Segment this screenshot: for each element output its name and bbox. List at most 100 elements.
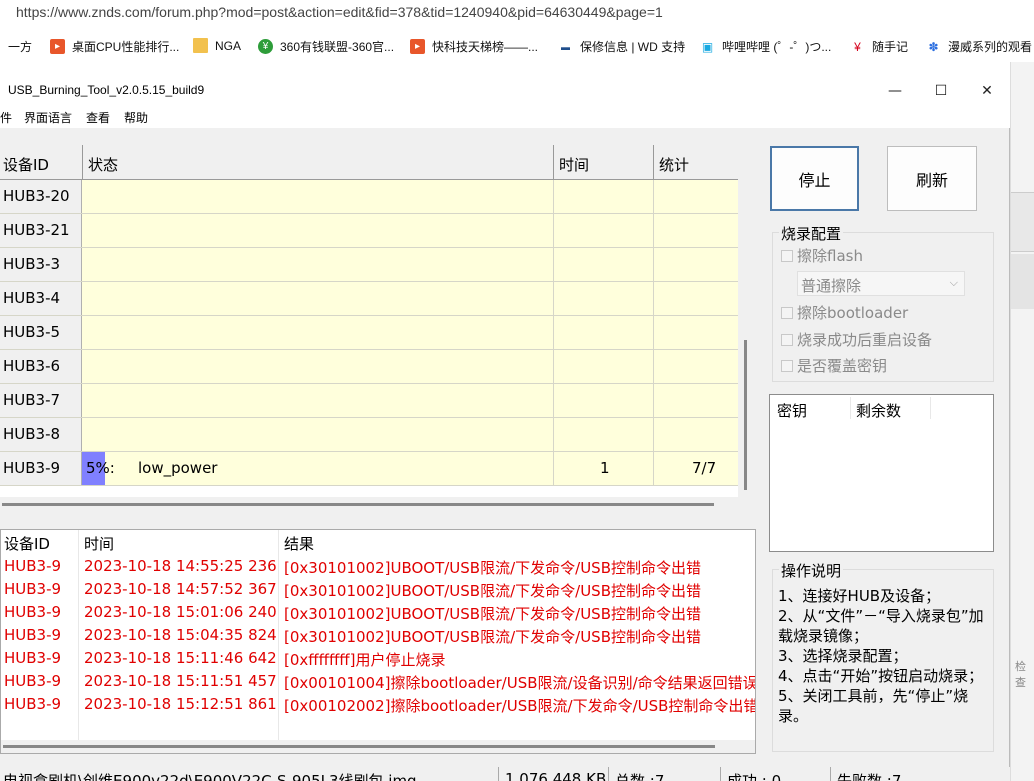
bookmark-item[interactable]: 一方 [8,38,32,55]
column-divider[interactable] [653,145,654,180]
window-title: USB_Burning_Tool_v2.0.5.15_build9 [8,83,205,97]
bookmark-item[interactable]: ¥ 随手记 [850,38,908,55]
device-row[interactable]: HUB3-5 [0,316,738,350]
instruction-line: 5、关闭工具前，先“停止”烧录。 [778,687,969,725]
status-divider [720,767,721,781]
status-cell [82,316,554,349]
app-window: USB_Burning_Tool_v2.0.5.15_build9 — ☐ ✕ … [0,76,1010,781]
device-row[interactable]: HUB3-21 [0,214,738,248]
time-cell [554,180,654,213]
menu-file[interactable]: 件 [0,109,12,126]
device-row[interactable]: HUB3-4 [0,282,738,316]
stats-cell [654,180,738,213]
checkbox-label: 烧录成功后重启设备 [797,331,933,349]
device-id-cell: HUB3-8 [0,418,82,451]
device-table-hscrollbar[interactable] [0,497,738,511]
bookmark-item[interactable]: ▸ 快科技天梯榜——... [410,38,538,55]
device-row[interactable]: HUB3-7 [0,384,738,418]
key-header-key[interactable]: 密钥 [777,400,807,421]
menu-help[interactable]: 帮助 [124,109,148,126]
log-header-result[interactable]: 结果 [284,533,314,554]
bookmark-label: 一方 [8,40,33,54]
log-header-device-id[interactable]: 设备ID [4,533,50,554]
column-divider[interactable] [553,145,554,180]
device-id-cell: HUB3-6 [0,350,82,383]
address-bar[interactable]: https://www.znds.com/forum.php?mod=post&… [0,0,1034,26]
log-row[interactable]: HUB3-9 2023-10-18 15:11:46 642 [0xffffffff… [1,648,755,671]
scroll-thumb[interactable] [744,340,747,490]
log-table-hscrollbar[interactable] [1,740,755,753]
status-cell [82,418,554,451]
overwrite-key-checkbox[interactable]: 是否覆盖密钥 [781,355,887,376]
log-header-time[interactable]: 时间 [84,533,114,554]
checkbox-label: 是否覆盖密钥 [797,357,888,375]
log-row[interactable]: HUB3-9 2023-10-18 15:01:06 240 [0x30101002… [1,602,755,625]
time-cell [554,350,654,383]
device-id-cell: HUB3-3 [0,248,82,281]
device-row[interactable]: HUB3-20 [0,180,738,214]
column-header-time[interactable]: 时间 [559,154,589,175]
bookmark-label: NGA [215,38,242,53]
time-cell: 1 [554,452,654,485]
status-cell [82,248,554,281]
log-result: [0x30101002]UBOOT/USB限流/下发命令/USB控制命令出错 [284,582,701,600]
checkbox-box[interactable] [781,333,793,346]
device-row[interactable]: HUB3-8 [0,418,738,452]
checkbox-box[interactable] [781,306,793,319]
bookmark-item[interactable]: ▸ 桌面CPU性能排行... [50,38,179,55]
background-panel [1011,254,1034,309]
log-row[interactable]: HUB3-9 2023-10-18 15:11:51 457 [0x00101004… [1,671,755,694]
log-row[interactable]: HUB3-9 2023-10-18 15:04:35 824 [0x30101002… [1,625,755,648]
checkbox-box[interactable] [781,359,793,372]
key-header-remaining[interactable]: 剩余数 [856,400,901,421]
close-button[interactable]: ✕ [964,79,1010,103]
column-header-stats[interactable]: 统计 [659,154,689,175]
refresh-button[interactable]: 刷新 [887,146,977,211]
log-table-header: 设备ID 时间 结果 [1,530,755,555]
erase-bootloader-checkbox[interactable]: 擦除bootloader [781,302,908,323]
log-device-id: HUB3-9 [4,649,62,667]
log-row[interactable]: HUB3-9 2023-10-18 15:12:51 861 [0x00102002… [1,694,755,717]
device-id-cell: HUB3-20 [0,180,82,213]
scroll-thumb[interactable] [3,745,715,748]
stats-cell [654,384,738,417]
erase-flash-checkbox[interactable]: 擦除flash [781,245,863,266]
stats-cell [654,350,738,383]
device-table-vscrollbar[interactable] [738,145,754,497]
checkbox-box[interactable] [781,249,793,262]
stop-button[interactable]: 停止 [770,146,859,211]
device-row[interactable]: HUB3-9 5%: low_power 1 7/7 [0,452,738,486]
log-time: 2023-10-18 14:55:25 236 [84,557,277,575]
minimize-button[interactable]: — [872,79,918,103]
erase-mode-select[interactable]: 普通擦除 ⌵ [797,271,965,296]
bookmark-item[interactable]: ¥360有钱联盟-360官... [258,38,394,55]
time-text: 1 [600,459,610,477]
bookmark-item[interactable]: ▬ 保修信息 | WD 支持 [558,38,685,55]
scroll-thumb[interactable] [2,503,714,506]
column-header-status[interactable]: 状态 [88,154,118,175]
column-divider [930,397,931,419]
menu-language[interactable]: 界面语言 [24,109,72,126]
device-row[interactable]: HUB3-6 [0,350,738,384]
instruction-line: 1、连接好HUB及设备； [778,587,941,605]
menu-view[interactable]: 查看 [86,109,110,126]
column-divider[interactable] [82,145,83,180]
bookmark-item[interactable]: ✽ 漫威系列的观看 [926,38,1032,55]
status-cell: 5%: low_power [82,452,554,485]
bookmark-red-icon: ▸ [50,39,65,54]
bookmark-item[interactable]: ▣ 哔哩哔哩 (゜-゜)つ... [700,38,831,55]
maximize-button[interactable]: ☐ [918,79,964,103]
background-page: 检查 [1010,62,1034,781]
reboot-after-checkbox[interactable]: 烧录成功后重启设备 [781,329,932,350]
device-row[interactable]: HUB3-3 [0,248,738,282]
time-cell [554,316,654,349]
checkbox-label: 擦除flash [797,247,863,265]
column-header-device-id[interactable]: 设备ID [3,154,49,175]
stats-text: 7/7 [692,459,717,477]
log-row[interactable]: HUB3-9 2023-10-18 14:57:52 367 [0x30101002… [1,579,755,602]
status-divider [830,767,831,781]
log-row[interactable]: HUB3-9 2023-10-18 14:55:25 236 [0x30101002… [1,556,755,579]
bookmark-item[interactable]: NGA [193,38,241,53]
yen-icon: ¥ [850,39,865,54]
stats-cell [654,282,738,315]
